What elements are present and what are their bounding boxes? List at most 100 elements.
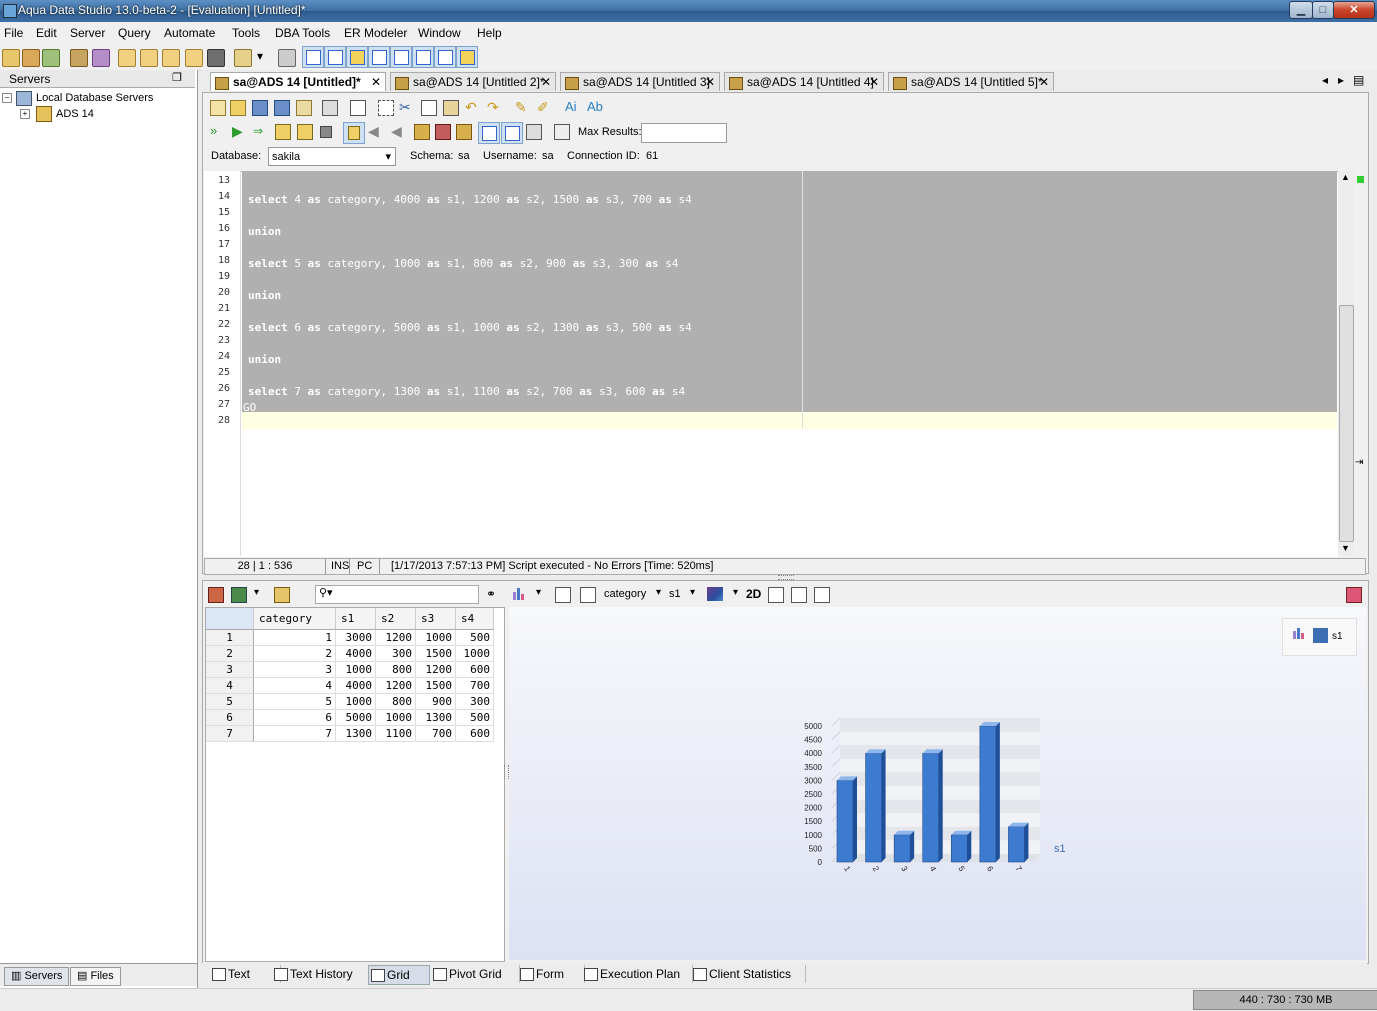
- grid-cell[interactable]: 6: [254, 710, 336, 726]
- results-text-icon[interactable]: [501, 122, 523, 144]
- results-grid-icon[interactable]: [478, 122, 500, 144]
- grid-cell[interactable]: 600: [456, 662, 494, 678]
- cut-icon[interactable]: ✂: [399, 100, 413, 114]
- grid-row-header[interactable]: 6: [206, 710, 254, 726]
- results-menu-icon[interactable]: [1346, 587, 1362, 603]
- restore-panel-icon[interactable]: ❐: [172, 71, 182, 84]
- grid-row-header[interactable]: 2: [206, 646, 254, 662]
- tab-pivot-grid[interactable]: Pivot Grid: [431, 965, 520, 983]
- grid-cell[interactable]: 1200: [376, 630, 416, 646]
- grid-cell[interactable]: 1000: [336, 662, 376, 678]
- chevron-down-icon[interactable]: ▾: [733, 587, 738, 598]
- grid-cell[interactable]: 2: [254, 646, 336, 662]
- tab-next-icon[interactable]: ▸: [1338, 73, 1344, 87]
- save-results-icon[interactable]: [231, 587, 247, 603]
- category-combo[interactable]: category: [604, 588, 646, 600]
- collapse-icon[interactable]: −: [2, 93, 12, 103]
- tab-files[interactable]: ▤ Files: [70, 967, 121, 986]
- doc-tab-untitled-2[interactable]: sa@ADS 14 [Untitled 2]* ✕: [390, 72, 556, 91]
- link-icon[interactable]: ⚭: [486, 587, 500, 601]
- tab-execution-plan[interactable]: Execution Plan: [582, 965, 693, 983]
- script-icon[interactable]: [234, 49, 252, 67]
- grid-cell[interactable]: 5000: [336, 710, 376, 726]
- grid-cell[interactable]: 1000: [336, 694, 376, 710]
- grid-header-s4[interactable]: s4: [456, 608, 494, 630]
- chevron-down-icon[interactable]: ▾: [536, 587, 541, 598]
- chart-3d-icon[interactable]: [768, 587, 784, 603]
- register-server-icon[interactable]: [22, 49, 40, 67]
- grid-cell[interactable]: 700: [416, 726, 456, 742]
- chart-settings-icon[interactable]: [580, 587, 596, 603]
- chevron-down-icon[interactable]: ▾: [690, 587, 695, 598]
- auto-complete-icon[interactable]: ✐: [537, 100, 551, 114]
- grid-cell[interactable]: 800: [376, 662, 416, 678]
- close-tab-icon[interactable]: ✕: [371, 73, 381, 91]
- chart-style-icon[interactable]: [707, 587, 723, 601]
- menu-query[interactable]: Query: [118, 26, 151, 40]
- open-icon[interactable]: [230, 100, 246, 116]
- view-mode-toggle[interactable]: 2D: [746, 587, 761, 601]
- doc-tab-untitled-4[interactable]: sa@ADS 14 [Untitled 4] ✕: [724, 72, 884, 91]
- layout2-icon[interactable]: [324, 46, 346, 68]
- grid-cell[interactable]: 4000: [336, 678, 376, 694]
- minimize-button[interactable]: ▁: [1289, 1, 1313, 19]
- grid-cell[interactable]: 1200: [376, 678, 416, 694]
- tab-form[interactable]: Form: [518, 965, 585, 983]
- doc-tab-untitled-5[interactable]: sa@ADS 14 [Untitled 5]* ✕: [888, 72, 1054, 91]
- auto-commit-icon[interactable]: [343, 122, 365, 144]
- menu-dba-tools[interactable]: DBA Tools: [275, 26, 330, 40]
- scroll-down-icon[interactable]: ▼: [1341, 543, 1350, 553]
- max-results-input[interactable]: [641, 123, 727, 143]
- grid-cell[interactable]: 600: [456, 726, 494, 742]
- layout3-icon[interactable]: [346, 46, 368, 68]
- results-in-window-icon[interactable]: [554, 124, 570, 140]
- grid-cell[interactable]: 1: [254, 630, 336, 646]
- undo-icon[interactable]: ↶: [465, 100, 479, 114]
- doc-tab-untitled-3[interactable]: sa@ADS 14 [Untitled 3] ✕: [560, 72, 720, 91]
- tab-client-statistics[interactable]: Client Statistics: [691, 965, 806, 983]
- export-icon[interactable]: [208, 587, 224, 603]
- server-properties-icon[interactable]: [42, 49, 60, 67]
- grid-cell[interactable]: 300: [456, 694, 494, 710]
- grid-cell[interactable]: 3: [254, 662, 336, 678]
- layout8-icon[interactable]: [456, 46, 478, 68]
- menu-automate[interactable]: Automate: [164, 26, 215, 40]
- grid-corner[interactable]: [206, 608, 254, 630]
- menu-er-modeler[interactable]: ER Modeler: [344, 26, 407, 40]
- tab-text-history[interactable]: Text History: [272, 965, 373, 983]
- query-window2-icon[interactable]: [140, 49, 158, 67]
- menu-help[interactable]: Help: [477, 26, 502, 40]
- close-tab-icon[interactable]: ✕: [869, 73, 879, 91]
- tree-local-servers[interactable]: Local Database Servers: [36, 92, 153, 104]
- grid-cell[interactable]: 700: [456, 678, 494, 694]
- memory-usage[interactable]: 440 : 730 : 730 MB: [1193, 990, 1377, 1010]
- execute-to-file-icon[interactable]: [297, 124, 313, 140]
- execute-icon[interactable]: ▶: [232, 124, 246, 138]
- grid-cell[interactable]: 1300: [416, 710, 456, 726]
- doc-tab-untitled[interactable]: sa@ADS 14 [Untitled]* ✕: [210, 72, 386, 91]
- chart-type-icon[interactable]: [512, 586, 526, 600]
- menu-server[interactable]: Server: [70, 26, 105, 40]
- replace-icon[interactable]: Ab: [587, 100, 603, 114]
- execute-all-icon[interactable]: »: [210, 124, 224, 138]
- explain-icon[interactable]: [414, 124, 430, 140]
- tab-prev-icon[interactable]: ◂: [1322, 73, 1328, 87]
- print-results-icon[interactable]: [274, 587, 290, 603]
- layout1-icon[interactable]: [302, 46, 324, 68]
- tab-servers[interactable]: ▥ Servers: [4, 967, 70, 986]
- close-tab-icon[interactable]: ✕: [705, 73, 715, 91]
- grid-cell[interactable]: 800: [376, 694, 416, 710]
- grid-cell[interactable]: 1100: [376, 726, 416, 742]
- grid-header-s3[interactable]: s3: [416, 608, 456, 630]
- grid-cell[interactable]: 1500: [416, 678, 456, 694]
- execute-current-icon[interactable]: [275, 124, 291, 140]
- results-grid[interactable]: category s1 s2 s3 s4 1 1 3000 1200 1000 500 2 2…: [205, 607, 505, 962]
- print-icon[interactable]: [322, 100, 338, 116]
- grid-cell[interactable]: 4: [254, 678, 336, 694]
- chart-legend-icon[interactable]: [791, 587, 807, 603]
- menu-edit[interactable]: Edit: [36, 26, 57, 40]
- grid-cell[interactable]: 500: [456, 710, 494, 726]
- grid-cell[interactable]: 1300: [336, 726, 376, 742]
- new-query-icon[interactable]: [210, 100, 226, 116]
- layout4-icon[interactable]: [368, 46, 390, 68]
